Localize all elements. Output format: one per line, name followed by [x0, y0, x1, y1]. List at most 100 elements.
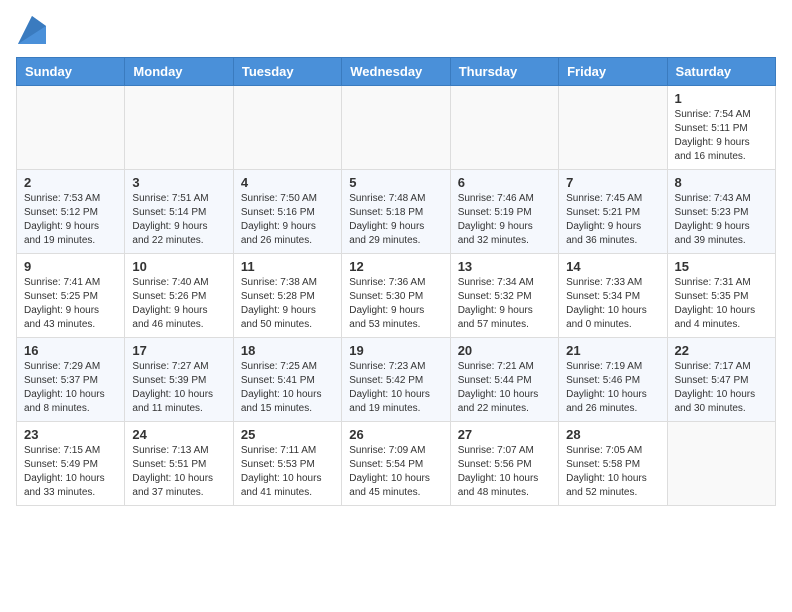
- calendar-week-5: 23 Sunrise: 7:15 AM Sunset: 5:49 PM Dayli…: [17, 421, 776, 505]
- day-number: 26: [349, 427, 442, 442]
- day-info: Sunrise: 7:19 AM Sunset: 5:46 PM Dayligh…: [566, 360, 659, 416]
- calendar-cell: 28 Sunrise: 7:05 AM Sunset: 5:58 PM Dayli…: [559, 421, 667, 505]
- day-number: 25: [241, 427, 334, 442]
- weekday-friday: Friday: [559, 57, 667, 85]
- day-number: 14: [566, 259, 659, 274]
- calendar-cell: 18 Sunrise: 7:25 AM Sunset: 5:41 PM Dayli…: [233, 337, 341, 421]
- day-number: 17: [132, 343, 225, 358]
- calendar-cell: 17 Sunrise: 7:27 AM Sunset: 5:39 PM Dayli…: [125, 337, 233, 421]
- calendar-cell: 11Sunrise: 7:38 AM Sunset: 5:28 PM Dayli…: [233, 253, 341, 337]
- day-number: 13: [458, 259, 551, 274]
- calendar-cell: 21 Sunrise: 7:19 AM Sunset: 5:46 PM Dayli…: [559, 337, 667, 421]
- weekday-header-row: SundayMondayTuesdayWednesdayThursdayFrid…: [17, 57, 776, 85]
- day-info: Sunrise: 7:51 AM Sunset: 5:14 PM Dayligh…: [132, 192, 225, 248]
- calendar-cell: 7 Sunrise: 7:45 AM Sunset: 5:21 PM Daylig…: [559, 169, 667, 253]
- calendar-cell: [125, 85, 233, 169]
- calendar-cell: 22 Sunrise: 7:17 AM Sunset: 5:47 PM Dayli…: [667, 337, 775, 421]
- day-number: 27: [458, 427, 551, 442]
- day-info: Sunrise: 7:53 AM Sunset: 5:12 PM Dayligh…: [24, 192, 117, 248]
- logo: [16, 16, 46, 49]
- logo-icon: [18, 16, 46, 44]
- day-info: Sunrise: 7:31 AM Sunset: 5:35 PM Dayligh…: [675, 276, 768, 332]
- calendar-cell: 10 Sunrise: 7:40 AM Sunset: 5:26 PM Dayli…: [125, 253, 233, 337]
- calendar-cell: 4 Sunrise: 7:50 AM Sunset: 5:16 PM Daylig…: [233, 169, 341, 253]
- calendar-week-1: 1 Sunrise: 7:54 AM Sunset: 5:11 PM Daylig…: [17, 85, 776, 169]
- calendar-cell: [667, 421, 775, 505]
- calendar-cell: 25 Sunrise: 7:11 AM Sunset: 5:53 PM Dayli…: [233, 421, 341, 505]
- calendar-cell: 24 Sunrise: 7:13 AM Sunset: 5:51 PM Dayli…: [125, 421, 233, 505]
- day-number: 1: [675, 91, 768, 106]
- day-info: Sunrise: 7:54 AM Sunset: 5:11 PM Dayligh…: [675, 108, 768, 164]
- day-number: 8: [675, 175, 768, 190]
- day-info: Sunrise: 7:07 AM Sunset: 5:56 PM Dayligh…: [458, 444, 551, 500]
- day-info: Sunrise: 7:15 AM Sunset: 5:49 PM Dayligh…: [24, 444, 117, 500]
- day-info: Sunrise: 7:23 AM Sunset: 5:42 PM Dayligh…: [349, 360, 442, 416]
- weekday-thursday: Thursday: [450, 57, 558, 85]
- page-header: [16, 16, 776, 49]
- day-number: 20: [458, 343, 551, 358]
- day-number: 22: [675, 343, 768, 358]
- day-info: Sunrise: 7:27 AM Sunset: 5:39 PM Dayligh…: [132, 360, 225, 416]
- weekday-sunday: Sunday: [17, 57, 125, 85]
- calendar-cell: 13Sunrise: 7:34 AM Sunset: 5:32 PM Dayli…: [450, 253, 558, 337]
- day-number: 4: [241, 175, 334, 190]
- calendar-table: SundayMondayTuesdayWednesdayThursdayFrid…: [16, 57, 776, 506]
- day-number: 2: [24, 175, 117, 190]
- day-info: Sunrise: 7:13 AM Sunset: 5:51 PM Dayligh…: [132, 444, 225, 500]
- day-number: 28: [566, 427, 659, 442]
- calendar-cell: [233, 85, 341, 169]
- day-number: 21: [566, 343, 659, 358]
- day-number: 18: [241, 343, 334, 358]
- calendar-cell: 19 Sunrise: 7:23 AM Sunset: 5:42 PM Dayli…: [342, 337, 450, 421]
- calendar-cell: 16Sunrise: 7:29 AM Sunset: 5:37 PM Dayli…: [17, 337, 125, 421]
- calendar-cell: 20 Sunrise: 7:21 AM Sunset: 5:44 PM Dayli…: [450, 337, 558, 421]
- calendar-cell: 1 Sunrise: 7:54 AM Sunset: 5:11 PM Daylig…: [667, 85, 775, 169]
- weekday-tuesday: Tuesday: [233, 57, 341, 85]
- day-number: 7: [566, 175, 659, 190]
- calendar-cell: 8 Sunrise: 7:43 AM Sunset: 5:23 PM Daylig…: [667, 169, 775, 253]
- day-info: Sunrise: 7:09 AM Sunset: 5:54 PM Dayligh…: [349, 444, 442, 500]
- day-number: 3: [132, 175, 225, 190]
- weekday-wednesday: Wednesday: [342, 57, 450, 85]
- calendar-cell: 3 Sunrise: 7:51 AM Sunset: 5:14 PM Daylig…: [125, 169, 233, 253]
- day-info: Sunrise: 7:48 AM Sunset: 5:18 PM Dayligh…: [349, 192, 442, 248]
- calendar-body: 1 Sunrise: 7:54 AM Sunset: 5:11 PM Daylig…: [17, 85, 776, 505]
- day-info: Sunrise: 7:21 AM Sunset: 5:44 PM Dayligh…: [458, 360, 551, 416]
- calendar-cell: 9Sunrise: 7:41 AM Sunset: 5:25 PM Daylig…: [17, 253, 125, 337]
- day-number: 15: [675, 259, 768, 274]
- day-info: Sunrise: 7:43 AM Sunset: 5:23 PM Dayligh…: [675, 192, 768, 248]
- calendar-cell: 23 Sunrise: 7:15 AM Sunset: 5:49 PM Dayli…: [17, 421, 125, 505]
- day-info: Sunrise: 7:11 AM Sunset: 5:53 PM Dayligh…: [241, 444, 334, 500]
- day-number: 6: [458, 175, 551, 190]
- day-info: Sunrise: 7:46 AM Sunset: 5:19 PM Dayligh…: [458, 192, 551, 248]
- day-info: Sunrise: 7:50 AM Sunset: 5:16 PM Dayligh…: [241, 192, 334, 248]
- day-info: Sunrise: 7:45 AM Sunset: 5:21 PM Dayligh…: [566, 192, 659, 248]
- calendar-cell: [342, 85, 450, 169]
- day-info: Sunrise: 7:17 AM Sunset: 5:47 PM Dayligh…: [675, 360, 768, 416]
- day-number: 24: [132, 427, 225, 442]
- calendar-cell: 14 Sunrise: 7:33 AM Sunset: 5:34 PM Dayli…: [559, 253, 667, 337]
- day-info: Sunrise: 7:25 AM Sunset: 5:41 PM Dayligh…: [241, 360, 334, 416]
- calendar-cell: [450, 85, 558, 169]
- calendar-week-4: 16Sunrise: 7:29 AM Sunset: 5:37 PM Dayli…: [17, 337, 776, 421]
- calendar-cell: 15 Sunrise: 7:31 AM Sunset: 5:35 PM Dayli…: [667, 253, 775, 337]
- day-number: 12: [349, 259, 442, 274]
- calendar-cell: 27 Sunrise: 7:07 AM Sunset: 5:56 PM Dayli…: [450, 421, 558, 505]
- calendar-cell: 6 Sunrise: 7:46 AM Sunset: 5:19 PM Daylig…: [450, 169, 558, 253]
- day-info: Sunrise: 7:33 AM Sunset: 5:34 PM Dayligh…: [566, 276, 659, 332]
- calendar-cell: [559, 85, 667, 169]
- calendar-cell: 5Sunrise: 7:48 AM Sunset: 5:18 PM Daylig…: [342, 169, 450, 253]
- day-info: Sunrise: 7:40 AM Sunset: 5:26 PM Dayligh…: [132, 276, 225, 332]
- day-info: Sunrise: 7:41 AM Sunset: 5:25 PM Dayligh…: [24, 276, 117, 332]
- day-number: 23: [24, 427, 117, 442]
- calendar-week-2: 2 Sunrise: 7:53 AM Sunset: 5:12 PM Daylig…: [17, 169, 776, 253]
- calendar-cell: 26 Sunrise: 7:09 AM Sunset: 5:54 PM Dayli…: [342, 421, 450, 505]
- calendar-week-3: 9Sunrise: 7:41 AM Sunset: 5:25 PM Daylig…: [17, 253, 776, 337]
- weekday-saturday: Saturday: [667, 57, 775, 85]
- day-number: 19: [349, 343, 442, 358]
- day-number: 10: [132, 259, 225, 274]
- calendar-cell: [17, 85, 125, 169]
- day-info: Sunrise: 7:05 AM Sunset: 5:58 PM Dayligh…: [566, 444, 659, 500]
- calendar-cell: 12 Sunrise: 7:36 AM Sunset: 5:30 PM Dayli…: [342, 253, 450, 337]
- day-info: Sunrise: 7:36 AM Sunset: 5:30 PM Dayligh…: [349, 276, 442, 332]
